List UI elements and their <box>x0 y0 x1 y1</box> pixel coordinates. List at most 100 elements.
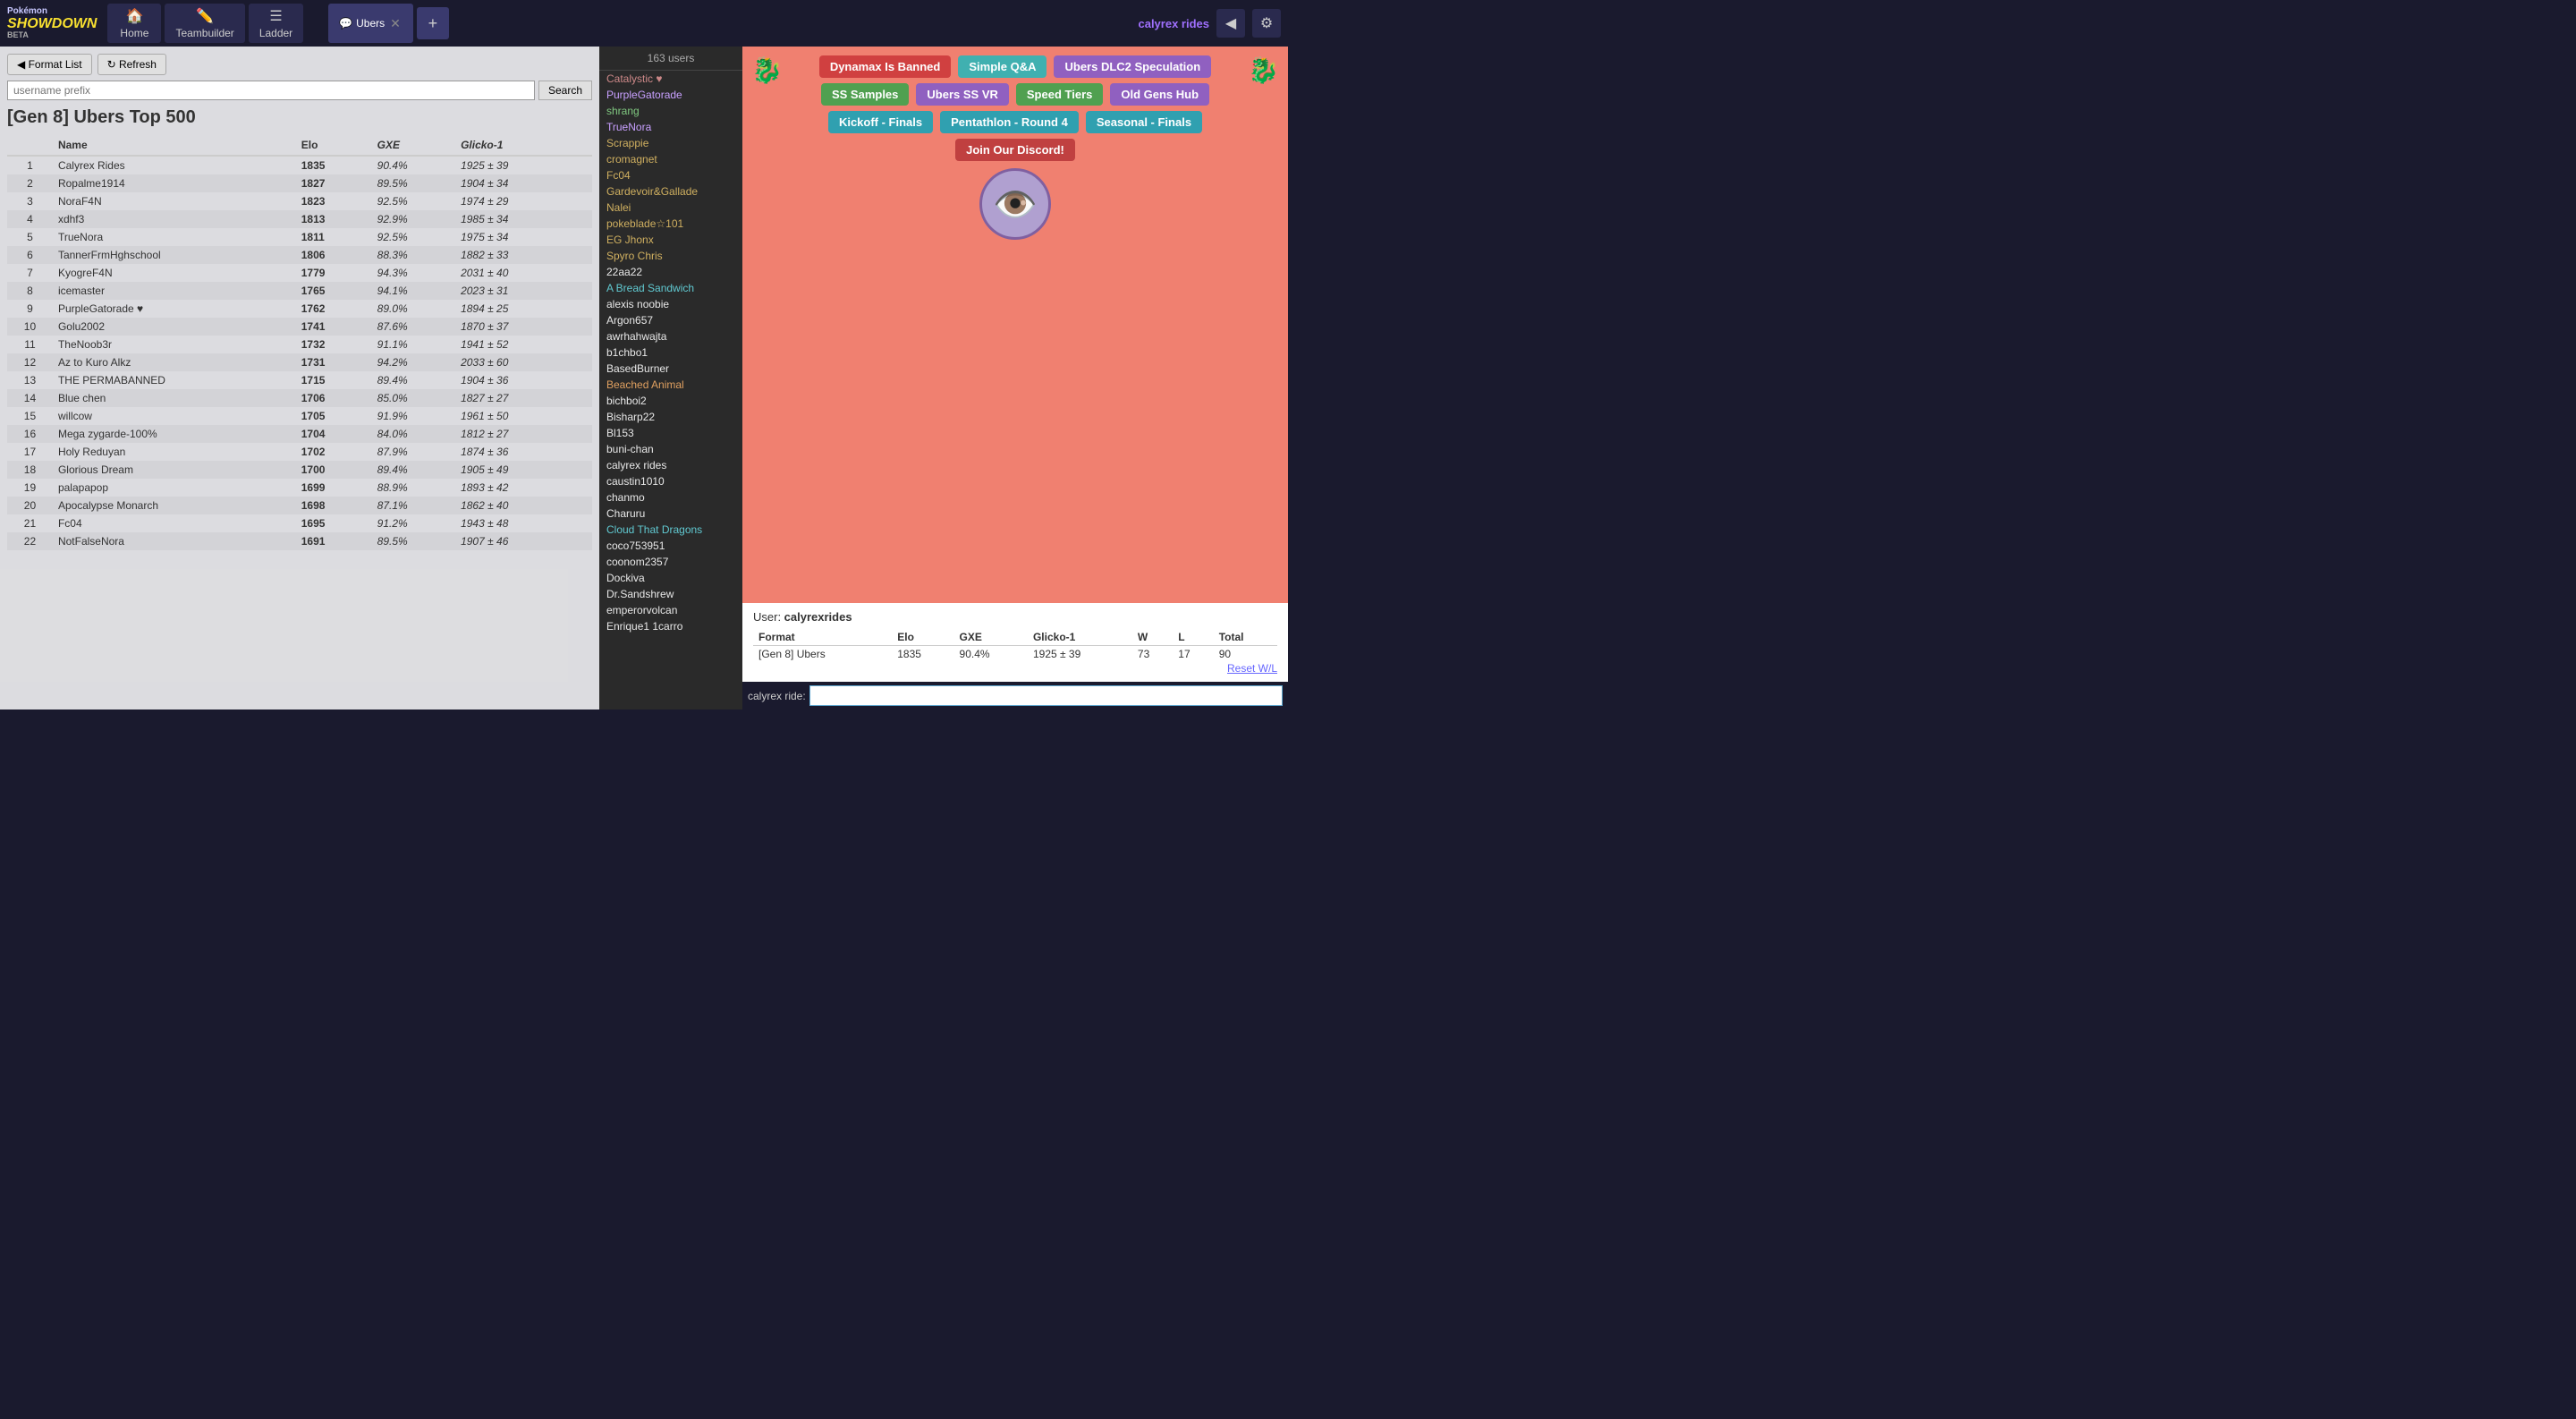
list-item[interactable]: BasedBurner <box>599 361 742 377</box>
table-row[interactable]: 21 Fc04 1695 91.2% 1943 ± 48 <box>7 514 592 532</box>
ladder-label: Ladder <box>259 27 292 39</box>
room-btn-3[interactable]: SS Samples <box>821 83 909 106</box>
ubers-tab[interactable]: 💬 Ubers ✕ <box>328 4 413 43</box>
list-item[interactable]: emperorvolcan <box>599 602 742 618</box>
list-item[interactable]: coonom2357 <box>599 554 742 570</box>
list-item[interactable]: Charuru <box>599 506 742 522</box>
list-item[interactable]: Scrappie <box>599 135 742 151</box>
elo-cell: 1698 <box>296 497 372 514</box>
table-row[interactable]: 3 NoraF4N 1823 92.5% 1974 ± 29 <box>7 192 592 210</box>
list-item[interactable]: chanmo <box>599 489 742 506</box>
list-item[interactable]: Argon657 <box>599 312 742 328</box>
room-btn-2[interactable]: Ubers DLC2 Speculation <box>1054 55 1211 78</box>
list-item[interactable]: Gardevoir&Gallade <box>599 183 742 200</box>
table-row[interactable]: 5 TrueNora 1811 92.5% 1975 ± 34 <box>7 228 592 246</box>
table-row[interactable]: 22 NotFalseNora 1691 89.5% 1907 ± 46 <box>7 532 592 550</box>
table-row[interactable]: 7 KyogreF4N 1779 94.3% 2031 ± 40 <box>7 264 592 282</box>
users-list: Catalystic ♥PurpleGatoradeshrangTrueNora… <box>599 71 742 634</box>
list-item[interactable]: PurpleGatorade <box>599 87 742 103</box>
list-item[interactable]: A Bread Sandwich <box>599 280 742 296</box>
room-btn-9[interactable]: Seasonal - Finals <box>1086 111 1202 133</box>
refresh-button[interactable]: ↻ Refresh <box>97 54 166 75</box>
table-row[interactable]: 10 Golu2002 1741 87.6% 1870 ± 37 <box>7 318 592 336</box>
gxe-header[interactable]: GXE <box>372 135 455 156</box>
close-tab-button[interactable]: ✕ <box>388 16 402 31</box>
reset-wl-link[interactable]: Reset W/L <box>1227 662 1277 675</box>
table-row[interactable]: 8 icemaster 1765 94.1% 2023 ± 31 <box>7 282 592 300</box>
list-item[interactable]: Dr.Sandshrew <box>599 586 742 602</box>
table-row[interactable]: 14 Blue chen 1706 85.0% 1827 ± 27 <box>7 389 592 407</box>
format-list-button[interactable]: ◀ Format List <box>7 54 92 75</box>
list-item[interactable]: Bisharp22 <box>599 409 742 425</box>
table-row[interactable]: 20 Apocalypse Monarch 1698 87.1% 1862 ± … <box>7 497 592 514</box>
username-prefix-input[interactable] <box>7 81 535 100</box>
home-button[interactable]: 🏠 Home <box>107 4 161 43</box>
glicko-cell: 1961 ± 50 <box>455 407 592 425</box>
table-row[interactable]: 2 Ropalme1914 1827 89.5% 1904 ± 34 <box>7 174 592 192</box>
name-header[interactable]: Name <box>53 135 296 156</box>
table-row[interactable]: 17 Holy Reduyan 1702 87.9% 1874 ± 36 <box>7 443 592 461</box>
search-button[interactable]: Search <box>538 81 592 100</box>
gxe-cell: 94.2% <box>372 353 455 371</box>
table-row[interactable]: 16 Mega zygarde-100% 1704 84.0% 1812 ± 2… <box>7 425 592 443</box>
logo-showdown: SHOWDOWN <box>7 16 97 32</box>
list-item[interactable]: b1chbo1 <box>599 344 742 361</box>
back-button[interactable]: ◀ <box>1216 9 1245 38</box>
list-item[interactable]: Spyro Chris <box>599 248 742 264</box>
name-cell: KyogreF4N <box>53 264 296 282</box>
list-item[interactable]: Dockiva <box>599 570 742 586</box>
chat-input[interactable] <box>809 685 1283 706</box>
room-btn-0[interactable]: Dynamax Is Banned <box>819 55 952 78</box>
list-item[interactable]: Cloud That Dragons <box>599 522 742 538</box>
room-btn-8[interactable]: Pentathlon - Round 4 <box>940 111 1079 133</box>
elo-header[interactable]: Elo <box>296 135 372 156</box>
add-tab-button[interactable]: + <box>417 7 449 39</box>
room-btn-10[interactable]: Join Our Discord! <box>955 139 1075 161</box>
list-item[interactable]: 22aa22 <box>599 264 742 280</box>
list-item[interactable]: Bl153 <box>599 425 742 441</box>
rank-header[interactable] <box>7 135 53 156</box>
list-item[interactable]: pokeblade☆101 <box>599 216 742 232</box>
list-item[interactable]: bichboi2 <box>599 393 742 409</box>
table-row[interactable]: 19 palapapop 1699 88.9% 1893 ± 42 <box>7 479 592 497</box>
settings-button[interactable]: ⚙ <box>1252 9 1281 38</box>
list-item[interactable]: Catalystic ♥ <box>599 71 742 87</box>
table-row[interactable]: 15 willcow 1705 91.9% 1961 ± 50 <box>7 407 592 425</box>
table-row[interactable]: 9 PurpleGatorade ♥ 1762 89.0% 1894 ± 25 <box>7 300 592 318</box>
glicko-header[interactable]: Glicko-1 <box>455 135 592 156</box>
list-item[interactable]: Beached Animal <box>599 377 742 393</box>
list-item[interactable]: awrhahwajta <box>599 328 742 344</box>
gxe-cell: 84.0% <box>372 425 455 443</box>
table-row[interactable]: 13 THE PERMABANNED 1715 89.4% 1904 ± 36 <box>7 371 592 389</box>
list-item[interactable]: TrueNora <box>599 119 742 135</box>
elo-cell: 1731 <box>296 353 372 371</box>
list-item[interactable]: caustin1010 <box>599 473 742 489</box>
list-item[interactable]: EG Jhonx <box>599 232 742 248</box>
list-item[interactable]: calyrex rides <box>599 457 742 473</box>
list-item[interactable]: Nalei <box>599 200 742 216</box>
room-btn-1[interactable]: Simple Q&A <box>958 55 1046 78</box>
room-btn-6[interactable]: Old Gens Hub <box>1110 83 1209 106</box>
glicko-cell: 1870 ± 37 <box>455 318 592 336</box>
list-item[interactable]: shrang <box>599 103 742 119</box>
list-item[interactable]: coco753951 <box>599 538 742 554</box>
teambuilder-button[interactable]: ✏️ Teambuilder <box>165 4 244 43</box>
room-btn-7[interactable]: Kickoff - Finals <box>828 111 933 133</box>
ladder-button[interactable]: ☰ Ladder <box>249 4 303 43</box>
table-row[interactable]: 11 TheNoob3r 1732 91.1% 1941 ± 52 <box>7 336 592 353</box>
table-row[interactable]: 1 Calyrex Rides 1835 90.4% 1925 ± 39 <box>7 156 592 174</box>
list-item[interactable]: cromagnet <box>599 151 742 167</box>
list-item[interactable]: buni-chan <box>599 441 742 457</box>
rank-cell: 5 <box>7 228 53 246</box>
list-item[interactable]: alexis noobie <box>599 296 742 312</box>
room-btn-5[interactable]: Speed Tiers <box>1016 83 1103 106</box>
elo-cell: 1699 <box>296 479 372 497</box>
table-row[interactable]: 18 Glorious Dream 1700 89.4% 1905 ± 49 <box>7 461 592 479</box>
list-item[interactable]: Enrique1 1carro <box>599 618 742 634</box>
gxe-cell: 89.0% <box>372 300 455 318</box>
table-row[interactable]: 12 Az to Kuro Alkz 1731 94.2% 2033 ± 60 <box>7 353 592 371</box>
table-row[interactable]: 4 xdhf3 1813 92.9% 1985 ± 34 <box>7 210 592 228</box>
room-btn-4[interactable]: Ubers SS VR <box>916 83 1008 106</box>
table-row[interactable]: 6 TannerFrmHghschool 1806 88.3% 1882 ± 3… <box>7 246 592 264</box>
list-item[interactable]: Fc04 <box>599 167 742 183</box>
